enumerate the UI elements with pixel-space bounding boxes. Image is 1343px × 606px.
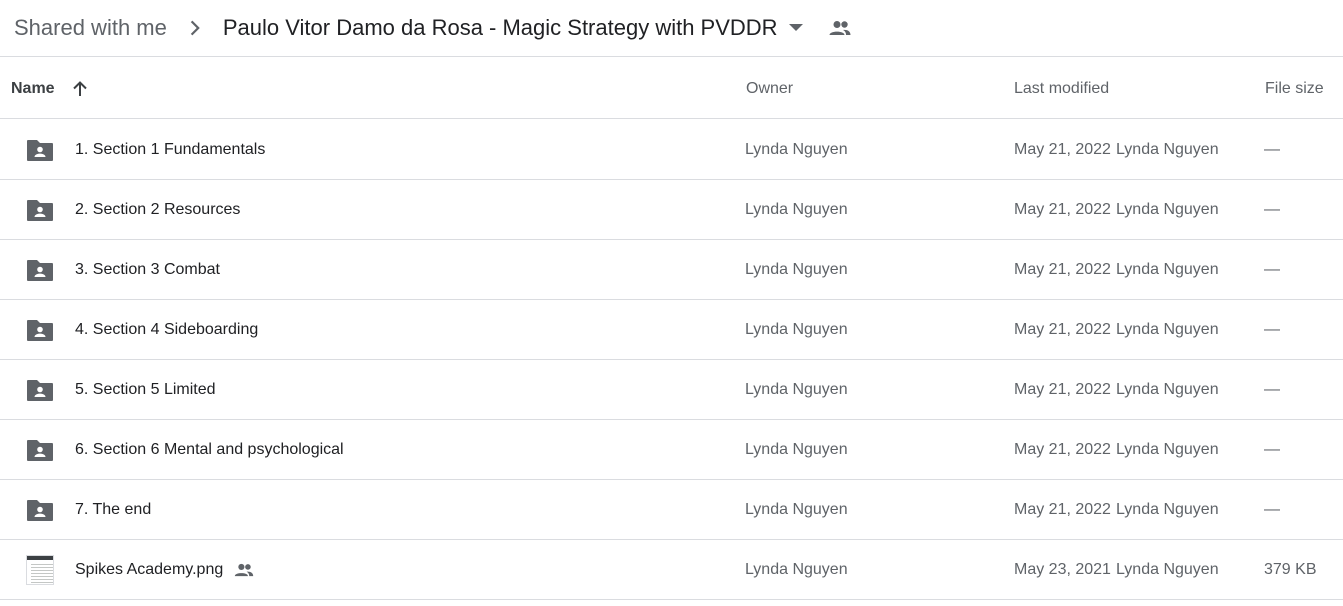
people-icon	[233, 559, 255, 581]
column-header-name-label[interactable]: Name	[11, 80, 55, 98]
row-name: Spikes Academy.png	[75, 561, 224, 578]
row-modified-date: May 21, 2022	[1014, 201, 1111, 218]
table-row[interactable]: 3. Section 3 Combat Lynda Nguyen May 21,…	[0, 240, 1343, 300]
row-name: 3. Section 3 Combat	[75, 261, 220, 278]
row-modified-date: May 21, 2022	[1014, 381, 1111, 398]
row-name: 5. Section 5 Limited	[75, 381, 216, 398]
row-modified-date: May 23, 2021	[1014, 561, 1111, 578]
drive-file-list-page: Shared with me Paulo Vitor Damo da Rosa …	[0, 0, 1343, 606]
row-modified-by: Lynda Nguyen	[1116, 381, 1219, 398]
row-file-size: —	[1264, 501, 1280, 518]
row-name: 2. Section 2 Resources	[75, 201, 241, 218]
shared-folder-icon	[26, 120, 54, 180]
row-file-size: —	[1264, 441, 1280, 458]
table-row[interactable]: 2. Section 2 Resources Lynda Nguyen May …	[0, 180, 1343, 240]
shared-folder-icon	[26, 240, 54, 300]
row-modified-by: Lynda Nguyen	[1116, 141, 1219, 158]
row-owner: Lynda Nguyen	[745, 321, 848, 338]
caret-down-icon[interactable]	[786, 18, 806, 38]
arrow-up-icon[interactable]	[69, 78, 91, 100]
row-owner: Lynda Nguyen	[745, 141, 848, 158]
row-name: 7. The end	[75, 501, 152, 518]
row-owner: Lynda Nguyen	[745, 201, 848, 218]
column-header-name[interactable]: Name	[11, 58, 91, 119]
row-modified-by: Lynda Nguyen	[1116, 561, 1219, 578]
row-modified-by: Lynda Nguyen	[1116, 501, 1219, 518]
row-name-with-shared: Spikes Academy.png	[75, 540, 255, 600]
row-owner: Lynda Nguyen	[745, 261, 848, 278]
row-owner: Lynda Nguyen	[745, 501, 848, 518]
row-modified-by: Lynda Nguyen	[1116, 321, 1219, 338]
row-modified-date: May 21, 2022	[1014, 321, 1111, 338]
shared-folder-icon	[26, 480, 54, 540]
row-modified-by: Lynda Nguyen	[1116, 201, 1219, 218]
column-header-owner[interactable]: Owner	[746, 58, 793, 119]
row-modified-date: May 21, 2022	[1014, 261, 1111, 278]
table-row[interactable]: 7. The end Lynda Nguyen May 21, 2022 Lyn…	[0, 480, 1343, 540]
column-header-row: Name Owner Last modified File size	[0, 58, 1343, 119]
shared-folder-icon	[26, 300, 54, 360]
breadcrumb-shared-with-me[interactable]: Shared with me	[14, 11, 167, 45]
shared-folder-icon	[26, 360, 54, 420]
row-name: 1. Section 1 Fundamentals	[75, 141, 266, 158]
row-name: 6. Section 6 Mental and psychological	[75, 441, 344, 458]
row-file-size: 379 KB	[1264, 561, 1317, 578]
row-owner: Lynda Nguyen	[745, 441, 848, 458]
column-header-file-size[interactable]: File size	[1265, 58, 1324, 119]
row-file-size: —	[1264, 321, 1280, 338]
breadcrumb-current-folder[interactable]: Paulo Vitor Damo da Rosa - Magic Strateg…	[223, 15, 806, 41]
row-modified-by: Lynda Nguyen	[1116, 441, 1219, 458]
row-file-size: —	[1264, 261, 1280, 278]
table-row[interactable]: 1. Section 1 Fundamentals Lynda Nguyen M…	[0, 120, 1343, 180]
row-file-size: —	[1264, 381, 1280, 398]
image-thumbnail-icon	[26, 540, 54, 600]
row-owner: Lynda Nguyen	[745, 381, 848, 398]
row-name: 4. Section 4 Sideboarding	[75, 321, 259, 338]
row-file-size: —	[1264, 201, 1280, 218]
chevron-right-icon	[181, 16, 209, 40]
people-icon[interactable]	[828, 16, 852, 40]
table-row[interactable]: 4. Section 4 Sideboarding Lynda Nguyen M…	[0, 300, 1343, 360]
row-owner: Lynda Nguyen	[745, 561, 848, 578]
table-row[interactable]: 5. Section 5 Limited Lynda Nguyen May 21…	[0, 360, 1343, 420]
table-row[interactable]: 6. Section 6 Mental and psychological Ly…	[0, 420, 1343, 480]
column-header-last-modified[interactable]: Last modified	[1014, 58, 1109, 119]
shared-folder-icon	[26, 180, 54, 240]
row-modified-date: May 21, 2022	[1014, 501, 1111, 518]
row-modified-date: May 21, 2022	[1014, 141, 1111, 158]
file-list: 1. Section 1 Fundamentals Lynda Nguyen M…	[0, 120, 1343, 600]
breadcrumb: Shared with me Paulo Vitor Damo da Rosa …	[0, 0, 1343, 57]
breadcrumb-current-label: Paulo Vitor Damo da Rosa - Magic Strateg…	[222, 15, 778, 40]
table-row[interactable]: Spikes Academy.png Lynda Nguyen May 23, …	[0, 540, 1343, 600]
row-modified-date: May 21, 2022	[1014, 441, 1111, 458]
row-file-size: —	[1264, 141, 1280, 158]
row-modified-by: Lynda Nguyen	[1116, 261, 1219, 278]
shared-folder-icon	[26, 420, 54, 480]
